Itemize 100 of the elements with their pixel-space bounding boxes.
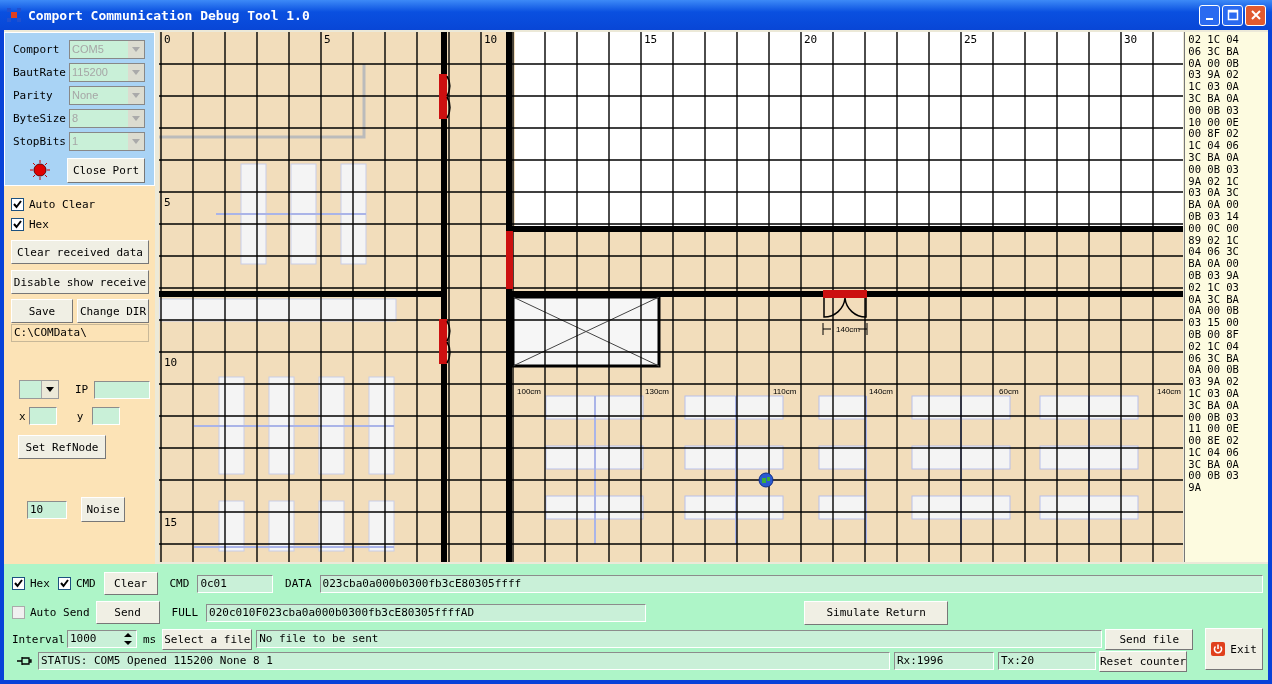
simulate-return-button[interactable]: Simulate Return <box>804 600 949 625</box>
hex-line: 03 9A 02 <box>1188 69 1240 82</box>
action-button[interactable]: Disable show receive <box>11 270 149 294</box>
hex-line: 0B 03 14 <box>1188 210 1240 223</box>
axis-label: 5 <box>164 196 171 209</box>
caret-icon <box>132 69 140 75</box>
checkbox[interactable]: CMD <box>57 573 96 594</box>
y-label: y <box>76 409 84 423</box>
noise-button[interactable]: Noise <box>81 497 125 522</box>
axis-label: 0 <box>164 33 171 46</box>
pin-icon[interactable] <box>16 655 32 667</box>
data-field[interactable]: 023cba0a000b0300fb3cE80305ffff <box>319 574 1263 593</box>
hex-line: 03 0A 3C <box>1188 187 1240 200</box>
hex-line: 02 1C 04 <box>1188 340 1240 353</box>
window-title: Comport Communication Debug Tool 1.0 <box>28 7 311 23</box>
maximize-button[interactable] <box>1222 4 1243 26</box>
interval-label: Interval <box>12 632 65 646</box>
clear-button[interactable]: Clear <box>103 572 158 595</box>
path-field[interactable]: C:\COMData\ <box>11 324 149 342</box>
send-file-button[interactable]: Send file <box>1105 628 1194 650</box>
hex-line: 00 0C 00 <box>1188 222 1240 235</box>
action-button[interactable]: Clear received data <box>11 240 149 264</box>
caret-icon <box>132 138 140 144</box>
door <box>506 231 514 289</box>
close-port-button[interactable]: Close Port <box>67 157 145 183</box>
caret-icon <box>132 92 140 98</box>
status-field: STATUS: COM5 Opened 115200 None 8 1 <box>38 652 890 670</box>
check-icon <box>59 579 69 588</box>
hex-line: 3C BA 0A <box>1188 93 1240 105</box>
exit-button[interactable]: Exit <box>1205 628 1263 670</box>
minimize-button[interactable] <box>1199 4 1220 26</box>
field-label: Parity <box>13 88 54 102</box>
hex-line: 00 8F 02 <box>1188 128 1240 141</box>
y-field[interactable] <box>92 407 121 425</box>
hex-line: 00 0B 03 <box>1188 104 1240 117</box>
hex-line: 9A 02 1C <box>1188 175 1240 188</box>
axis-label: 25 <box>964 33 978 46</box>
hex-line: 00 8E 02 <box>1188 435 1240 447</box>
full-field[interactable]: 020c010F023cba0a000b0300fb3cE80305ffffAD <box>206 603 647 622</box>
axis-label: 10 <box>484 33 498 46</box>
hex-line: 10 00 0E <box>1188 116 1240 129</box>
hex-line: 06 3C BA <box>1188 45 1240 58</box>
reset-counter-button[interactable]: Reset counter <box>1099 650 1187 672</box>
dimension-label: 140cm <box>836 325 861 334</box>
spinner-arrows-icon[interactable] <box>122 631 134 647</box>
checkbox[interactable]: Hex <box>11 214 152 234</box>
hex-line: 00 0B 03 <box>1188 163 1240 176</box>
axis-label: 15 <box>164 516 178 529</box>
dimension-label: 130cm <box>645 387 670 396</box>
noise-field[interactable]: 10 <box>27 500 67 519</box>
hex-line: 9A <box>1188 482 1202 495</box>
dropdown[interactable] <box>19 380 59 399</box>
data-label: DATA <box>285 577 312 590</box>
hex-line: 04 06 3C <box>1188 246 1240 259</box>
hex-line: 3C BA 0A <box>1188 458 1240 471</box>
select-file-button[interactable]: Select a file <box>162 628 253 650</box>
field-label: StopBits <box>13 134 67 148</box>
save-button[interactable]: Save <box>11 299 73 323</box>
field-label: ByteSize <box>13 111 67 125</box>
check-icon <box>14 579 23 588</box>
checkbox[interactable]: Auto Send <box>12 602 90 623</box>
hex-line: 03 9A 02 <box>1188 376 1240 388</box>
caret-icon <box>132 46 140 52</box>
x-field[interactable] <box>28 407 57 425</box>
send-button[interactable]: Send <box>95 601 160 624</box>
full-label: FULL <box>171 606 199 619</box>
change-dir-button[interactable]: Change DIR <box>77 299 149 323</box>
app-icon <box>6 7 22 23</box>
hex-line: 0A 00 0B <box>1188 364 1240 377</box>
close-icon <box>1249 9 1262 21</box>
hex-line: 1C 03 0A <box>1188 81 1240 93</box>
hex-line: 00 0B 03 <box>1188 411 1240 424</box>
hex-line: 0A 00 0B <box>1188 305 1240 318</box>
hex-line: 0A 3C BA <box>1188 293 1240 306</box>
set-refnode-button[interactable]: Set RefNode <box>18 435 106 459</box>
dimension-label: 110cm <box>773 387 797 396</box>
hex-line: 00 0B 03 <box>1188 470 1240 483</box>
hex-line: 02 1C 03 <box>1188 281 1240 294</box>
checkbox[interactable]: Hex <box>12 573 50 594</box>
hex-line: 3C BA 0A <box>1188 151 1240 164</box>
hex-line: 03 15 00 <box>1188 317 1240 329</box>
hex-line: 0B 00 8F <box>1188 328 1240 341</box>
hex-line: 89 02 1C <box>1188 234 1240 247</box>
axis-label: 5 <box>324 33 331 46</box>
interval-spinbox[interactable]: 1000 <box>67 630 137 648</box>
dimension-label: 140cm <box>869 387 894 396</box>
close-button[interactable] <box>1245 4 1266 26</box>
file-field[interactable]: No file to be sent <box>256 630 1103 648</box>
checkbox[interactable]: Auto Clear <box>11 194 152 214</box>
hex-line: 1C 03 0A <box>1188 387 1240 400</box>
power-icon <box>1211 642 1226 656</box>
maximize-icon <box>1226 9 1239 21</box>
dimension-label: 100cm <box>517 387 542 396</box>
tx-counter: Tx:20 <box>998 652 1096 670</box>
ip-field[interactable] <box>94 380 151 399</box>
cmd-field[interactable]: 0c01 <box>197 574 274 593</box>
axis-label: 20 <box>804 33 818 46</box>
rx-counter: Rx:1996 <box>894 652 994 670</box>
hex-line: 06 3C BA <box>1188 352 1240 365</box>
caret-icon <box>46 387 54 392</box>
